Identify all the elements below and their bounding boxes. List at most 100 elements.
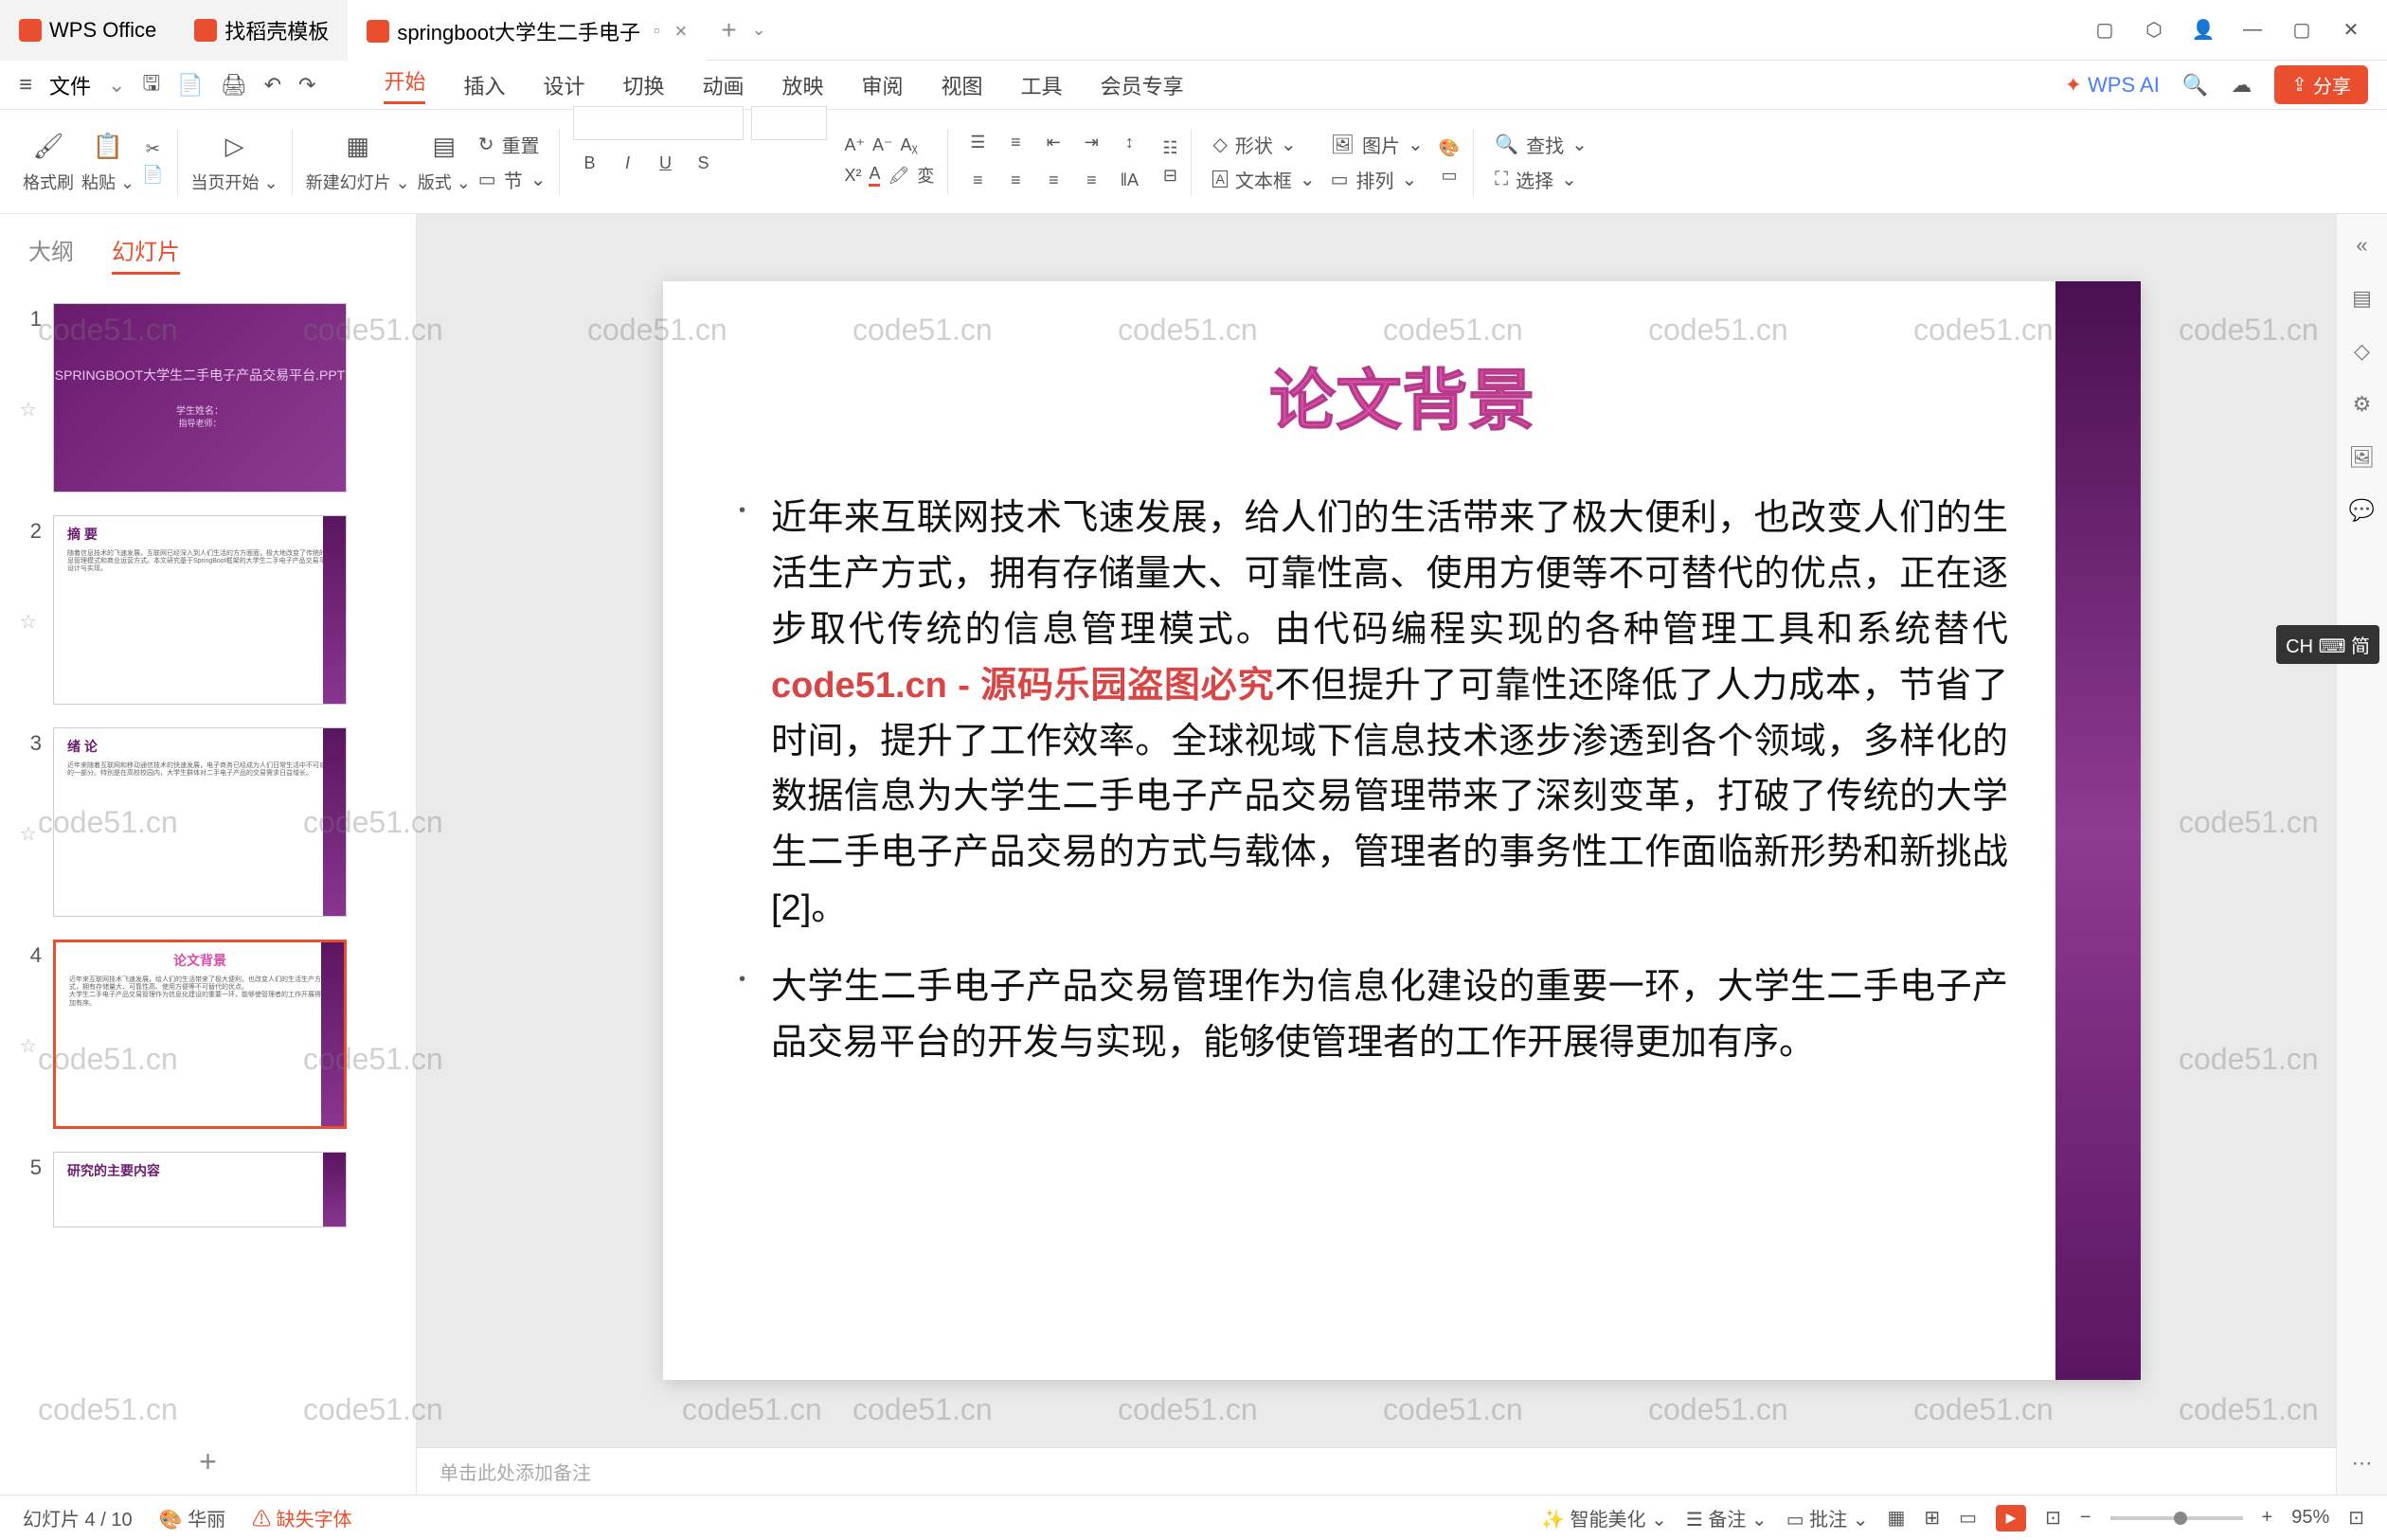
strike-button[interactable]: S [687,148,719,180]
indent-inc-button[interactable]: ⇥ [1075,127,1107,159]
align-right-button[interactable]: ≡ [1037,165,1069,197]
thumbnail-4[interactable]: 论文背景近年来互联网技术飞速发展，给人们的生活带来了极大便利，也改变人们的生活生… [53,940,347,1129]
notes-pane[interactable]: 单击此处添加备注 [417,1447,2387,1495]
tab-transition[interactable]: 切换 [622,70,664,100]
fit-window-button[interactable]: ⊡ [2348,1506,2364,1530]
arrange-button[interactable]: ▭ 排列 ⌄ [1331,166,1424,193]
app-tab-current[interactable]: springboot大学生二手电子 ▫ × [348,0,706,61]
section-button[interactable]: ▭ 节 ⌄ [478,166,547,193]
numbering-button[interactable]: ≡ [999,127,1032,159]
rt-comment-icon[interactable]: 💬 [2349,498,2375,523]
tab-view[interactable]: 视图 [942,70,983,100]
shape-button[interactable]: ◇ 形状 ⌄ [1212,131,1315,158]
zoom-in-button[interactable]: + [2262,1507,2273,1529]
underline-button[interactable]: U [649,148,681,180]
new-slide-button[interactable]: ▦ 新建幻灯片 ⌄ [306,130,410,194]
thumb-row-2[interactable]: 2 ☆ 摘 要随着信息技术的飞速发展，互联网已经深入到人们生活的方方面面，极大地… [19,515,397,705]
italic-button[interactable]: I [611,148,643,180]
search-icon[interactable]: 🔍 [2182,73,2208,98]
star-icon[interactable]: ☆ [20,996,41,1058]
avatar-icon[interactable]: 👤 [2190,17,2216,44]
star-icon[interactable]: ☆ [20,572,41,634]
thumb-row-1[interactable]: 1 ☆ SPRINGBOOT大学生二手电子产品交易平台.PPT 学生姓名： 指导… [19,303,397,492]
tab-review[interactable]: 审阅 [862,70,904,100]
view-reading-icon[interactable]: ▭ [1959,1506,1977,1530]
ime-indicator[interactable]: CH ⌨ 简 [2276,625,2379,664]
cube-icon[interactable]: ⬡ [2141,17,2167,44]
rt-format-icon[interactable]: ▤ [2352,286,2372,311]
tab-insert[interactable]: 插入 [463,70,505,100]
slideshow-button[interactable]: ▶ [1996,1505,2026,1531]
fill-color-button[interactable]: 🎨 [1439,138,1460,158]
slide-para-1[interactable]: 近年来互联网技术飞速发展，给人们的生活带来了极大便利，也改变人们的生活生产方式，… [748,491,2008,937]
tab-slides[interactable]: 幻灯片 [112,233,180,275]
thumb-row-4[interactable]: 4 ☆ 论文背景近年来互联网技术飞速发展，给人们的生活带来了极大便利，也改变人们… [19,940,397,1129]
format-brush-button[interactable]: 🖌 格式刷 [23,130,74,194]
minimize-icon[interactable]: — [2239,17,2266,44]
view-normal-icon[interactable]: ▦ [1887,1506,1905,1530]
new-tab-button[interactable]: + [706,15,751,45]
tab-outline[interactable]: 大纲 [28,233,74,275]
rt-gear-icon[interactable]: ⚙ [2353,392,2372,417]
maximize-icon[interactable]: ▢ [2288,17,2315,44]
picture-button[interactable]: 🖼 图片 ⌄ [1331,131,1424,158]
undo-icon[interactable]: ↶ [264,73,281,98]
text-effect-button[interactable]: 変 [917,163,934,188]
tab-tools[interactable]: 工具 [1021,70,1063,100]
zoom-out-button[interactable]: − [2080,1507,2091,1529]
bullets-button[interactable]: ☰ [961,127,994,159]
rt-more-icon[interactable]: ⋯ [2352,1451,2373,1476]
outline-button[interactable]: ▭ [1439,166,1460,186]
file-menu[interactable]: 文件 [49,70,91,100]
thumbnails-list[interactable]: 1 ☆ SPRINGBOOT大学生二手电子产品交易平台.PPT 学生姓名： 指导… [0,284,416,1429]
tab-animation[interactable]: 动画 [703,70,745,100]
reset-button[interactable]: ↻ 重置 [478,131,547,158]
find-button[interactable]: 🔍 查找 ⌄ [1495,131,1588,158]
rt-shape-icon[interactable]: ◇ [2354,339,2370,364]
print-icon[interactable]: 🖨 [221,73,247,98]
file-dropdown-icon[interactable]: ⌄ [108,73,125,98]
font-decrease-button[interactable]: A⁻ [872,135,893,155]
close-tab-icon[interactable]: × [674,19,687,44]
new-icon[interactable]: 📄 [177,73,203,98]
wps-ai-button[interactable]: ✦WPS AI [2065,73,2160,98]
thumb-row-5[interactable]: 5 研究的主要内容 [19,1152,397,1227]
close-window-icon[interactable]: ✕ [2338,17,2364,44]
line-spacing-button[interactable]: ↕ [1113,127,1145,159]
tab-member[interactable]: 会员专享 [1101,70,1184,100]
thumb-row-3[interactable]: 3 ☆ 绪 论近年来随着互联网和移动通信技术的快速发展，电子商务已经成为人们日常… [19,727,397,917]
superscript-button[interactable]: X² [844,163,861,188]
tab-slideshow[interactable]: 放映 [782,70,824,100]
font-family-select[interactable] [573,106,744,140]
add-slide-button[interactable]: + [0,1429,416,1495]
slide-para-2[interactable]: 大学生二手电子产品交易管理作为信息化建设的重要一环，大学生二手电子产品交易平台的… [748,959,2008,1071]
slide-canvas[interactable]: 论文背景 近年来互联网技术飞速发展，给人们的生活带来了极大便利，也改变人们的生活… [663,281,2141,1380]
missing-font-warning[interactable]: ⚠ 缺失字体 [252,1504,352,1531]
app-tab-template[interactable]: 找稻壳模板 [175,0,348,61]
tab-dropdown-icon[interactable]: ⌄ [752,20,766,40]
columns-button[interactable]: ☷ [1162,138,1177,158]
copy-icon[interactable]: 📄 [142,165,163,185]
zoom-value[interactable]: 95% [2291,1507,2329,1529]
star-icon[interactable]: ☆ [20,784,41,846]
theme-indicator[interactable]: 🎨 华丽 [159,1504,225,1531]
redo-icon[interactable]: ↷ [298,73,315,98]
paste-button[interactable]: 📋 粘贴 ⌄ [81,130,135,194]
font-increase-button[interactable]: A⁺ [844,135,865,155]
align-justify-button[interactable]: ≡ [1075,165,1107,197]
text-direction-button[interactable]: ‖A [1113,165,1145,197]
slide-title[interactable]: 论文背景 [663,348,2141,443]
view-sorter-icon[interactable]: ⊞ [1924,1506,1940,1530]
review-button[interactable]: ▭ 批注 ⌄ [1786,1504,1869,1531]
align-left-button[interactable]: ≡ [961,165,994,197]
bold-button[interactable]: B [573,148,605,180]
app-tab-wps[interactable]: WPS Office [0,0,175,61]
zoom-slider[interactable] [2110,1516,2243,1520]
font-color-button[interactable]: A [869,163,880,188]
from-current-button[interactable]: ▷ 当页开始 ⌄ [191,130,278,194]
thumbnail-2[interactable]: 摘 要随着信息技术的飞速发展，互联网已经深入到人们生活的方方面面，极大地改变了传… [53,515,347,705]
rt-image-icon[interactable]: 🖼 [2349,445,2376,470]
layout-icon[interactable]: ▢ [2091,17,2118,44]
hamburger-icon[interactable]: ≡ [19,72,32,98]
share-button[interactable]: ⇪ 分享 [2274,65,2368,104]
